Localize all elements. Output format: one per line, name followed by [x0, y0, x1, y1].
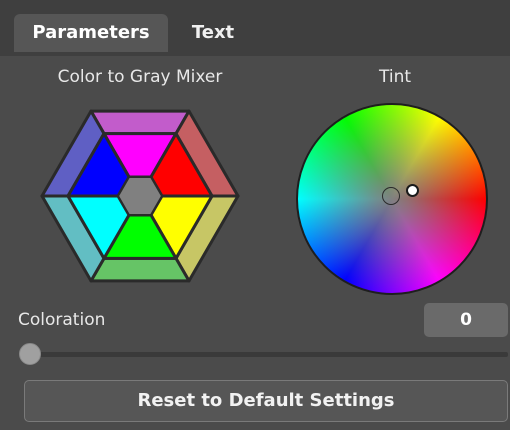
- mixer-center-hexagon: [116, 175, 164, 217]
- reset-button[interactable]: Reset to Default Settings: [24, 380, 508, 422]
- mixer-title: Color to Gray Mixer: [57, 67, 223, 87]
- coloration-label: Coloration: [18, 310, 106, 330]
- mixer-outer-segment-magenta-outer[interactable]: [89, 109, 191, 136]
- tint-title: Tint: [378, 67, 412, 87]
- settings-panel: Parameters Text Color to Gray Mixer Tint…: [0, 0, 510, 430]
- tab-parameters[interactable]: Parameters: [14, 14, 168, 52]
- tab-bar: Parameters Text: [0, 0, 510, 56]
- tab-text[interactable]: Text: [170, 14, 256, 52]
- tint-handle[interactable]: [406, 184, 419, 197]
- coloration-slider-thumb[interactable]: [19, 343, 41, 365]
- color-to-gray-mixer: [40, 109, 240, 283]
- coloration-slider-track[interactable]: [30, 352, 508, 357]
- mixer-outer-segment-green-outer[interactable]: [89, 256, 191, 283]
- coloration-value-field[interactable]: 0: [424, 303, 508, 337]
- tint-center-marker: [382, 187, 400, 205]
